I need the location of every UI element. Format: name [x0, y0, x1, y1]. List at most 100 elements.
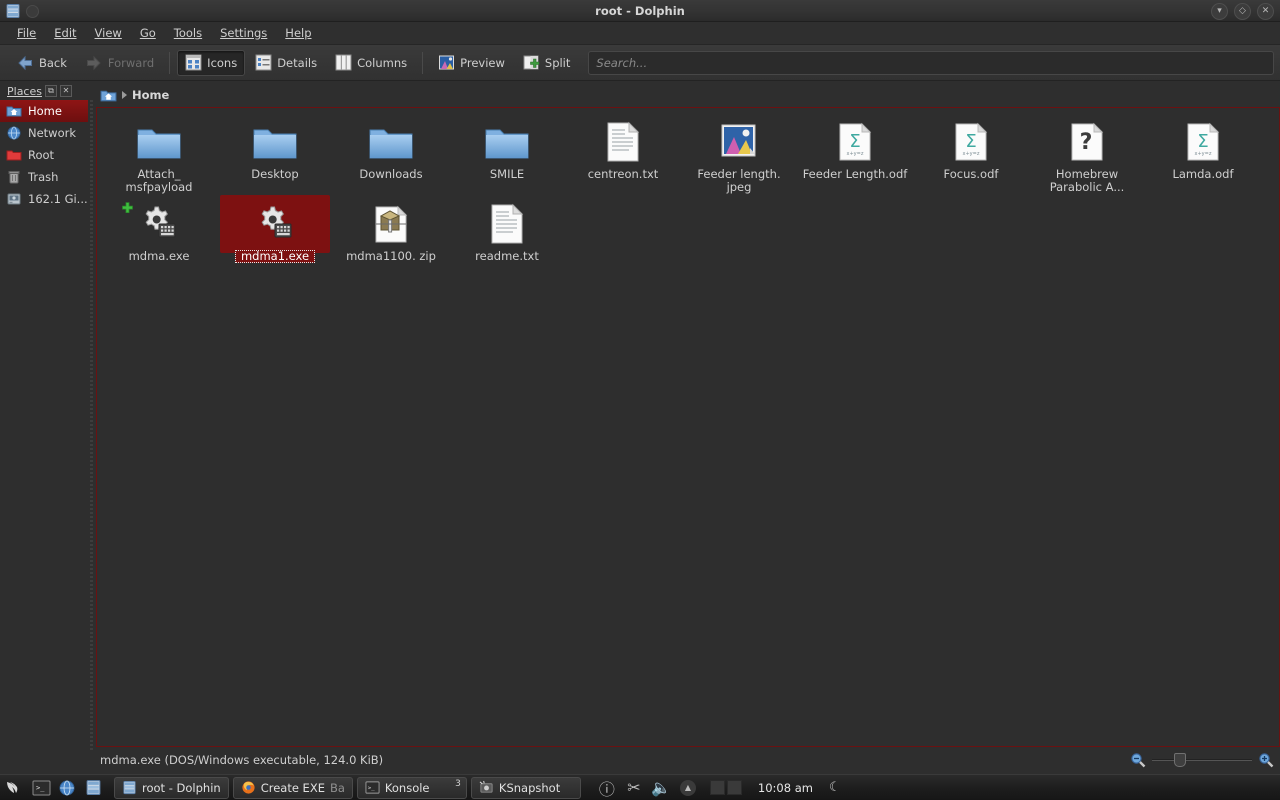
- file-item[interactable]: Attach_ msfpayload: [101, 112, 217, 194]
- minimize-button[interactable]: ▾: [1211, 3, 1228, 20]
- zoom-slider[interactable]: [1152, 753, 1252, 767]
- file-label: Attach_ msfpayload: [125, 167, 193, 194]
- menu-file[interactable]: File: [8, 23, 45, 43]
- file-label: Feeder Length.odf: [802, 167, 908, 181]
- sidebar-splitter[interactable]: [88, 100, 95, 750]
- split-button[interactable]: Split: [515, 50, 579, 76]
- breadcrumb-path[interactable]: Home: [132, 88, 169, 102]
- view-icons-label: Icons: [207, 55, 238, 70]
- menu-edit[interactable]: Edit: [45, 23, 85, 43]
- menu-view[interactable]: View: [86, 23, 131, 43]
- window-title: root - Dolphin: [595, 4, 685, 18]
- update-icon[interactable]: ▲: [679, 779, 696, 796]
- volume-icon[interactable]: 🔈: [651, 778, 671, 797]
- sidebar-item-trash-label: Trash: [28, 170, 59, 184]
- taskbar: >_ root - Dolphin Create EXE Ba >_ Konso…: [0, 774, 1280, 800]
- clock[interactable]: 10:08 am: [758, 781, 813, 795]
- archive-file-icon: [367, 200, 415, 248]
- network-globe-icon: [7, 126, 21, 140]
- split-label: Split: [544, 55, 571, 70]
- file-item[interactable]: Σ x+y=z Feeder Length.odf: [797, 112, 913, 194]
- file-item[interactable]: Σ x+y=z Focus.odf: [913, 112, 1029, 194]
- file-item[interactable]: ? Homebrew Parabolic A...: [1029, 112, 1145, 194]
- search-box[interactable]: [588, 50, 1274, 75]
- menu-bar: File Edit View Go Tools Settings Help: [0, 22, 1280, 45]
- places-header: Places ⧉ ✕: [0, 82, 88, 100]
- browser-icon[interactable]: [56, 777, 78, 799]
- file-item[interactable]: Downloads: [333, 112, 449, 194]
- preview-button[interactable]: Preview: [430, 50, 513, 76]
- close-button[interactable]: ✕: [1257, 3, 1274, 20]
- view-icons-button[interactable]: Icons: [177, 49, 246, 76]
- window-controls: ▾ ◇ ✕: [1211, 3, 1274, 20]
- view-details-button[interactable]: Details: [247, 50, 325, 76]
- task-konsole[interactable]: >_ Konsole 3: [356, 776, 467, 799]
- scissors-icon[interactable]: ✂: [626, 778, 642, 797]
- red-folder-icon: [6, 150, 22, 161]
- zoom-out-icon[interactable]: [1130, 752, 1146, 768]
- task-dolphin[interactable]: root - Dolphin: [114, 776, 229, 799]
- menu-settings-label: Settings: [220, 26, 268, 40]
- desktop-pager[interactable]: [709, 780, 742, 795]
- maximize-button[interactable]: ◇: [1234, 3, 1251, 20]
- pager-desktop-1[interactable]: [709, 780, 725, 795]
- breadcrumb[interactable]: Home: [96, 84, 1280, 106]
- file-grid: Attach_ msfpayload Desktop Downloads SMI…: [97, 108, 1279, 276]
- menu-settings[interactable]: Settings: [211, 23, 276, 43]
- search-input[interactable]: [596, 55, 1266, 70]
- folder-icon: [135, 118, 183, 166]
- breadcrumb-home-icon[interactable]: [100, 87, 117, 104]
- file-item[interactable]: mdma1100. zip: [333, 194, 449, 276]
- sidebar-item-network[interactable]: Network: [0, 122, 88, 144]
- kali-menu-icon[interactable]: [4, 777, 26, 799]
- svg-text:>_: >_: [368, 785, 375, 791]
- sidebar-item-disk[interactable]: 162.1 Gi...: [0, 188, 88, 210]
- task-firefox-label: Create EXE: [260, 780, 325, 795]
- pager-desktop-2[interactable]: [726, 780, 742, 795]
- sidebar-item-network-label: Network: [28, 126, 77, 140]
- file-item[interactable]: SMILE: [449, 112, 565, 194]
- moon-icon[interactable]: ☾: [829, 780, 841, 795]
- info-icon[interactable]: ⓘ: [599, 780, 615, 799]
- text-file-icon: [599, 118, 647, 166]
- sidebar-item-home[interactable]: Home: [0, 100, 88, 122]
- sidebar-item-trash[interactable]: Trash: [0, 166, 88, 188]
- file-label: Desktop: [251, 167, 299, 181]
- task-ksnapshot[interactable]: KSnapshot: [470, 776, 581, 799]
- svg-text:x+y=z: x+y=z: [963, 151, 980, 157]
- back-button[interactable]: Back: [8, 50, 75, 76]
- system-tray: ⓘ ✂ 🔈 ▲: [599, 778, 696, 799]
- icons-view-icon: [185, 54, 202, 71]
- task-firefox[interactable]: Create EXE Ba: [232, 776, 353, 799]
- file-item-selected[interactable]: mdma1.exe: [217, 194, 333, 276]
- menu-tools[interactable]: Tools: [165, 23, 211, 43]
- file-item[interactable]: Σ x+y=z Lamda.odf: [1145, 112, 1261, 194]
- menu-edit-label: Edit: [54, 26, 77, 40]
- status-bar: mdma.exe (DOS/Windows executable, 124.0 …: [96, 749, 1280, 771]
- places-close-button[interactable]: ✕: [59, 85, 72, 97]
- svg-text:x+y=z: x+y=z: [847, 151, 864, 157]
- menu-help[interactable]: Help: [276, 23, 320, 43]
- places-sidebar: Home Network Root Trash 162.1 Gi...: [0, 100, 88, 750]
- places-undock-button[interactable]: ⧉: [44, 85, 57, 97]
- terminal-icon[interactable]: >_: [30, 777, 52, 799]
- file-item[interactable]: Desktop: [217, 112, 333, 194]
- forward-button[interactable]: Forward: [77, 50, 162, 76]
- view-columns-button[interactable]: Columns: [327, 50, 415, 76]
- file-item[interactable]: readme.txt: [449, 194, 565, 276]
- preview-image-icon: [439, 55, 455, 70]
- unknown-file-icon: ?: [1063, 118, 1111, 166]
- file-item[interactable]: Feeder length. jpeg: [681, 112, 797, 194]
- zoom-slider-handle[interactable]: [1174, 753, 1186, 767]
- file-label: Downloads: [359, 167, 423, 181]
- sidebar-item-root[interactable]: Root: [0, 144, 88, 166]
- view-details-label: Details: [277, 55, 318, 70]
- split-view-icon: [523, 55, 540, 70]
- menu-go[interactable]: Go: [131, 23, 165, 43]
- file-label: Feeder length. jpeg: [697, 167, 781, 194]
- file-item[interactable]: mdma.exe: [101, 194, 217, 276]
- file-manager-icon[interactable]: [82, 777, 104, 799]
- file-item[interactable]: centreon.txt: [565, 112, 681, 194]
- zoom-in-icon[interactable]: [1258, 752, 1274, 768]
- file-view[interactable]: Attach_ msfpayload Desktop Downloads SMI…: [96, 107, 1280, 747]
